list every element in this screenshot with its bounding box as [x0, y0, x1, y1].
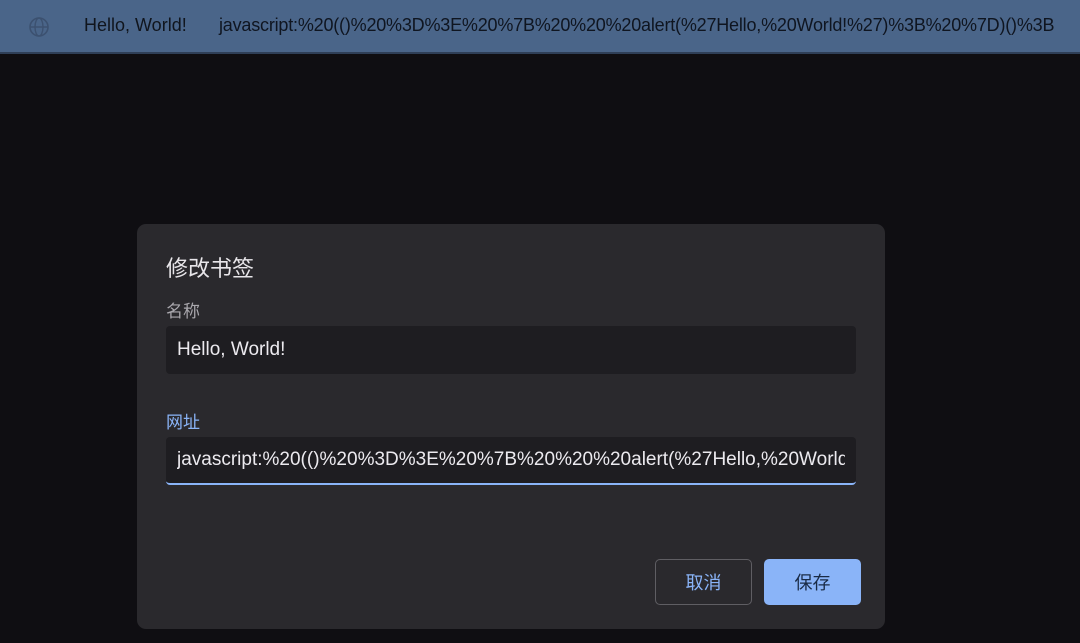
url-field-container	[166, 437, 856, 485]
save-button[interactable]: 保存	[764, 559, 861, 605]
url-field[interactable]	[177, 449, 845, 471]
name-field[interactable]	[177, 339, 845, 361]
bookmark-bar: Hello, World! javascript:%20(()%20%3D%3E…	[0, 0, 1080, 54]
cancel-button[interactable]: 取消	[655, 559, 752, 605]
name-label: 名称	[166, 302, 200, 321]
bookmark-title[interactable]: Hello, World!	[84, 15, 187, 36]
edit-bookmark-dialog: 修改书签 名称 网址 取消 保存	[137, 224, 885, 629]
dialog-title: 修改书签	[166, 256, 255, 281]
url-label: 网址	[166, 413, 200, 432]
bookmark-url-text: javascript:%20(()%20%3D%3E%20%7B%20%20%2…	[219, 15, 1055, 35]
globe-icon[interactable]	[28, 16, 50, 38]
name-field-container	[166, 326, 856, 374]
